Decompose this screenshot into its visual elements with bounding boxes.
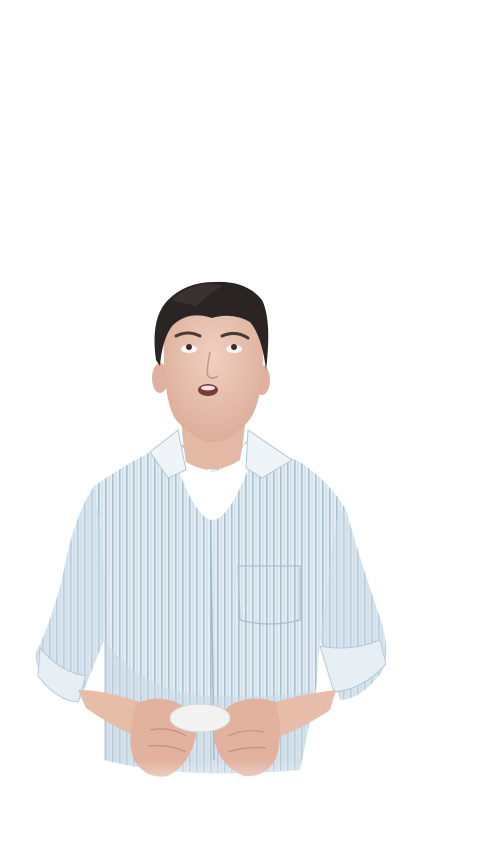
person-photo xyxy=(35,281,387,810)
head xyxy=(152,281,270,443)
photo-canvas xyxy=(0,0,480,852)
